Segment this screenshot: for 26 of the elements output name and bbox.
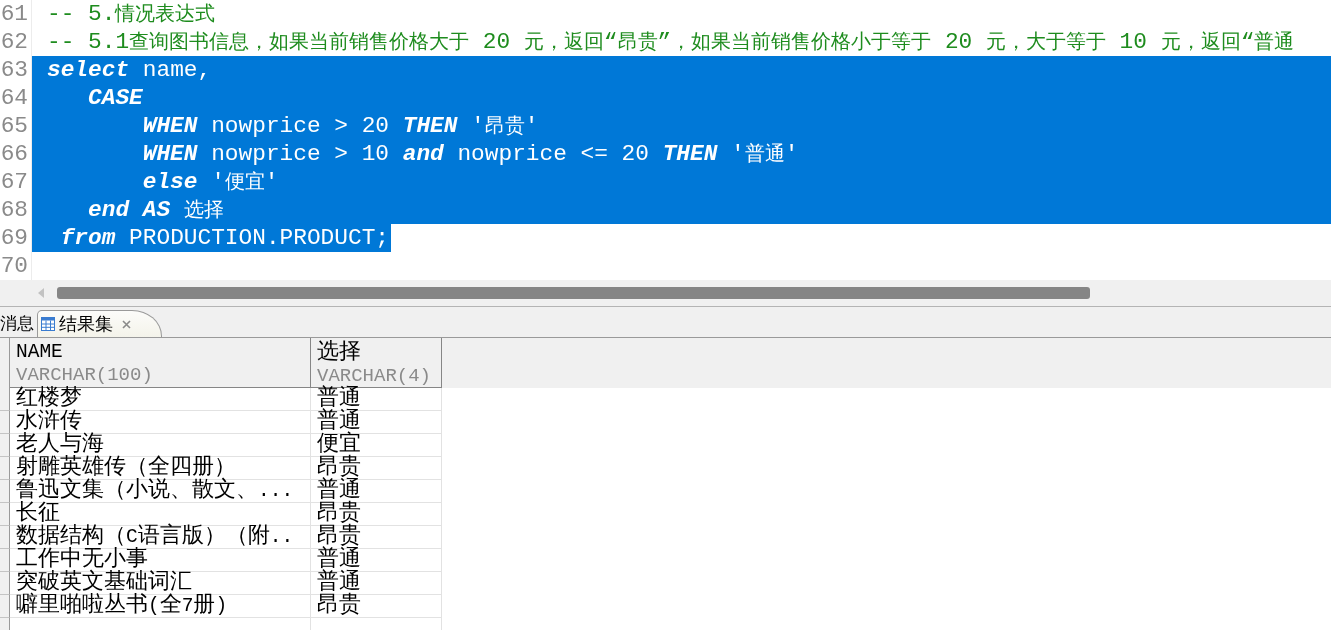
code-line: -- 5.情况表达式 [47,0,216,28]
row-header[interactable] [0,618,10,630]
tab[interactable]: 消息 [0,310,35,337]
row-header[interactable] [0,503,10,526]
column-type: VARCHAR(100) [16,364,153,386]
row-header[interactable] [0,434,10,457]
code-line: -- 5.1查询图书信息，如果当前销售价格大于 20 元，返回“昂贵”，如果当前销售价格小于等于 20 元，大于等于 10 元，返回“普通 [47,28,1295,56]
tab[interactable]: 结果集 [37,310,162,337]
horizontal-scrollbar[interactable] [0,280,1331,307]
row-header[interactable] [0,595,10,618]
close-icon[interactable] [122,319,131,329]
code-editor[interactable] [0,0,1331,280]
left-arrow-icon[interactable] [38,288,44,298]
row-header[interactable] [0,388,10,411]
line-number: 62 [0,28,32,56]
row-header[interactable] [0,526,10,549]
row-header[interactable] [0,457,10,480]
scrollbar-thumb[interactable] [57,287,1090,299]
row-header[interactable] [0,572,10,595]
line-number: 61 [0,0,32,28]
table-icon [41,317,55,331]
column-name: 选择 [317,341,361,365]
row-header[interactable] [0,549,10,572]
row-header[interactable] [0,480,10,503]
row-header[interactable] [0,411,10,434]
column-name: NAME [16,341,63,364]
